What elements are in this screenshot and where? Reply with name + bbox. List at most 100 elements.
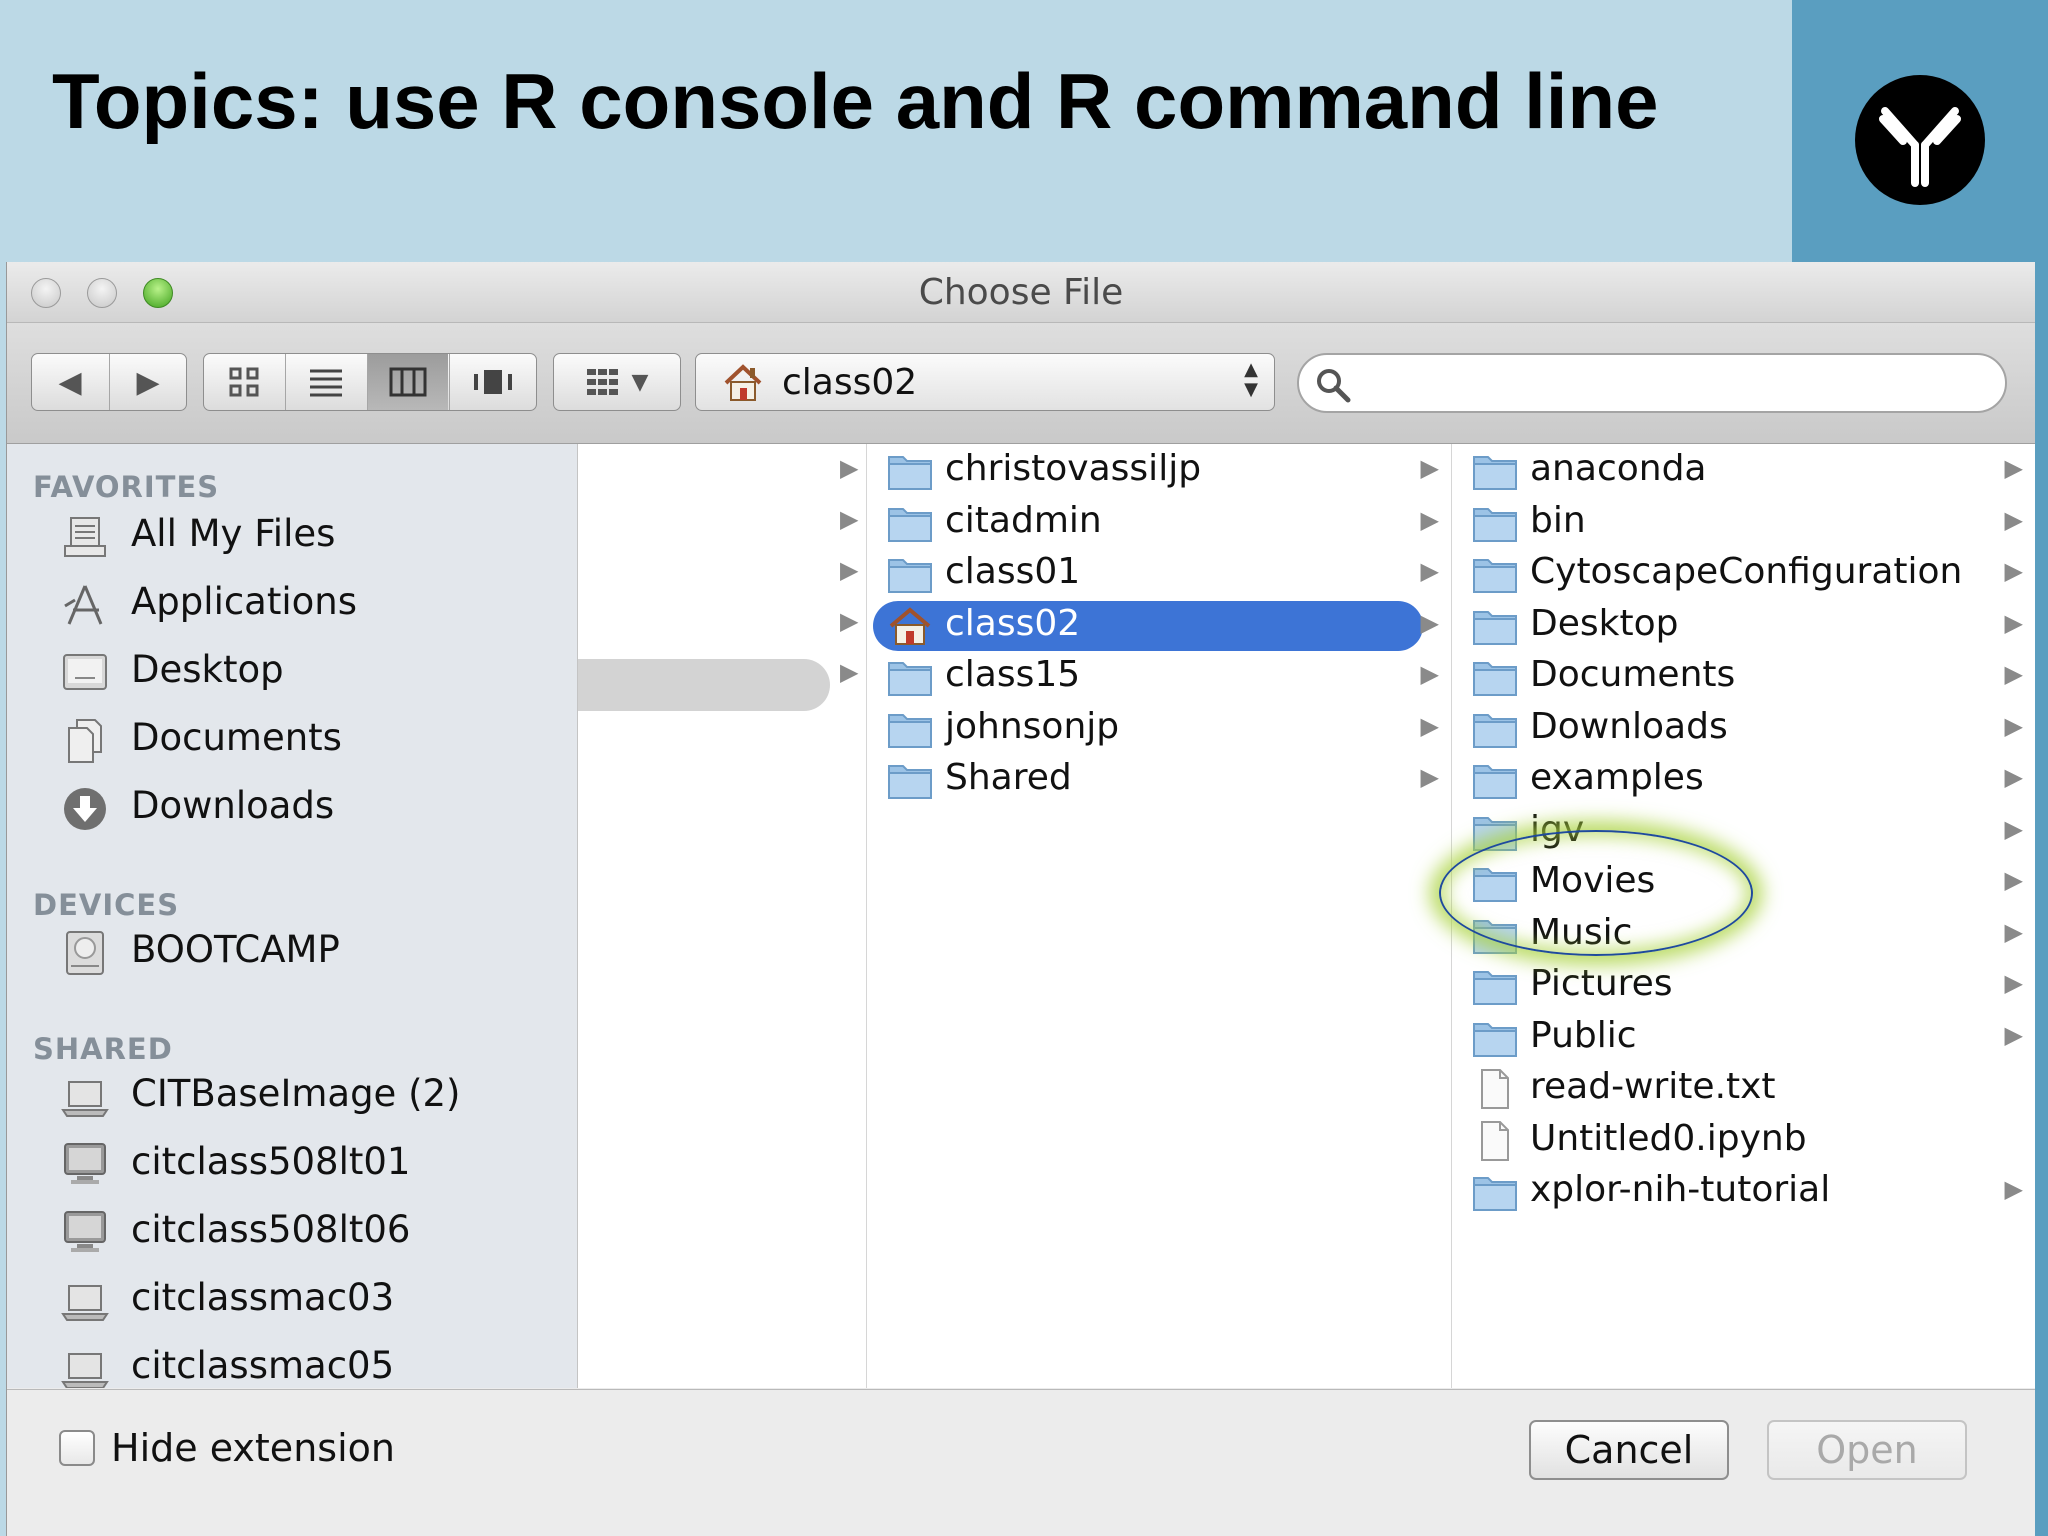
column-root: ▶ ▶ ▶ ▶ ▶ [578,444,867,1388]
disclosure-arrow-icon: ▶ [2004,763,2023,791]
list-item-shared[interactable]: Shared ▶ [867,755,1451,805]
item-name: Downloads [1530,705,1728,747]
chevron-down-icon: ▼ [631,369,649,395]
list-item-untitled0-ipynb[interactable]: Untitled0.ipynb [1452,1116,2035,1166]
sidebar-item-citclass508lt06[interactable]: citclass508lt06 [33,1202,573,1262]
folder-icon [1472,503,1518,543]
item-name: bin [1530,499,1586,541]
sidebar-item-citbaseimage[interactable]: CITBaseImage (2) [33,1066,573,1126]
hide-extension-label: Hide extension [111,1426,395,1470]
forward-button[interactable]: ▶ [110,354,186,410]
sidebar-item-citclassmac05[interactable]: citclassmac05 [33,1338,573,1388]
search-icon [1317,369,1351,403]
column-view-icon [389,367,427,397]
item-name: Untitled0.ipynb [1530,1117,1807,1159]
favorites-heading: FAVORITES [33,470,220,504]
disclosure-arrow-icon: ▶ [2004,505,2023,534]
folder-icon [1472,657,1518,697]
item-name: class01 [945,551,1081,592]
list-item-johnsonjp[interactable]: johnsonjp ▶ [867,704,1451,754]
open-button[interactable]: Open [1767,1420,1967,1480]
sidebar-item-all-my-files[interactable]: All My Files [33,506,573,566]
folder-icon [1472,451,1518,491]
all-files-icon [64,517,106,557]
list-item-public[interactable]: Public ▶ [1452,1013,2035,1063]
folder-icon [887,760,933,800]
item-name: anaconda [1530,448,1707,489]
sidebar-item-citclassmac03[interactable]: citclassmac03 [33,1270,573,1330]
cancel-button[interactable]: Cancel [1529,1420,1729,1480]
folder-icon [887,709,933,749]
back-forward-control: ◀ ▶ [31,353,187,411]
disclosure-arrow-icon: ▶ [2004,917,2023,946]
view-mode-control [203,353,537,411]
home-icon [724,364,762,401]
disclosure-arrow-icon: ▶ [1420,608,1439,637]
list-item-documents[interactable]: Documents ▶ [1452,652,2035,702]
sidebar-item-bootcamp[interactable]: BOOTCAMP [33,922,573,982]
disclosure-arrow-icon: ▶ [2004,969,2023,997]
list-view-button[interactable] [286,354,366,410]
list-item-class01[interactable]: class01 ▶ [867,549,1451,599]
home-folder-icon [887,606,933,646]
arrange-icon [586,369,618,395]
list-item-christovassiljp[interactable]: christovassiljp ▶ [867,446,1451,496]
item-name: examples [1530,757,1704,798]
disclosure-arrow-icon: ▶ [2004,608,2023,637]
sidebar-item-label: CITBaseImage (2) [131,1072,461,1115]
cover-flow-button[interactable] [450,354,536,410]
desktop-icon [63,654,107,690]
disk-icon [66,931,104,975]
folder-icon [1472,966,1518,1006]
list-item-class15[interactable]: class15 ▶ [867,652,1451,702]
hide-extension-checkbox[interactable] [59,1430,95,1466]
dialog-title: Choose File [918,272,1124,313]
list-item-xplor-nih-tutorial[interactable]: xplor-nih-tutorial ▶ [1452,1167,2035,1217]
list-item-examples[interactable]: examples ▶ [1452,755,2035,805]
sidebar-item-label: citclassmac05 [131,1344,395,1387]
column-view-button[interactable] [368,354,448,410]
arrange-menu-button[interactable]: ▼ [553,353,681,411]
back-button[interactable]: ◀ [32,354,108,410]
sidebar-item-citclass508lt01[interactable]: citclass508lt01 [33,1134,573,1194]
sidebar-item-desktop[interactable]: Desktop [33,642,573,702]
title-bar: Choose File [7,262,2035,323]
logo-icon [1855,75,1985,205]
item-name: Documents [1530,654,1736,695]
item-name: Shared [945,757,1072,798]
sidebar: FAVORITES All My Files Applications Desk… [7,444,578,1388]
folder-icon [1472,1172,1518,1212]
list-item-class02[interactable]: class02 ▶ [867,600,1451,651]
folder-icon [1472,709,1518,749]
disclosure-arrow-icon: ▶ [1420,763,1439,791]
disclosure-arrow-icon: ▶ [2004,711,2023,740]
folder-icon [1472,606,1518,646]
disclosure-arrow-icon: ▶ [1420,454,1439,482]
list-item-desktop[interactable]: Desktop ▶ [1452,601,2035,651]
cover-flow-icon [474,370,512,394]
list-item-pictures[interactable]: Pictures ▶ [1452,961,2035,1011]
folder-icon [1472,1018,1518,1058]
sidebar-item-label: BOOTCAMP [131,928,340,971]
sidebar-item-label: Applications [131,580,358,623]
icon-view-button[interactable] [204,354,284,410]
file-icon [1472,1069,1518,1109]
disclosure-arrow-icon: ▶ [1420,557,1439,585]
list-item-citadmin[interactable]: citadmin ▶ [867,498,1451,548]
monitor-icon [64,1143,106,1184]
disclosure-arrow-icon: ▶ [840,658,859,686]
disclosure-arrow-icon: ▶ [2004,1175,2023,1203]
list-item-downloads[interactable]: Downloads ▶ [1452,704,2035,754]
sidebar-item-documents[interactable]: Documents [33,710,573,770]
disclosure-arrow-icon: ▶ [840,505,859,533]
selected-users-folder[interactable] [578,659,830,711]
laptop-icon [61,1081,109,1117]
path-popup[interactable]: class02 ▲ ▼ [695,353,1275,411]
list-item-bin[interactable]: bin ▶ [1452,498,2035,548]
sidebar-item-applications[interactable]: Applications [33,574,573,634]
list-item-cytoscapeconfiguration[interactable]: CytoscapeConfiguration ▶ [1452,549,2035,599]
sidebar-item-downloads[interactable]: Downloads [33,778,573,838]
list-item-read-write-txt[interactable]: read-write.txt [1452,1064,2035,1114]
list-item-anaconda[interactable]: anaconda ▶ [1452,446,2035,496]
search-field[interactable] [1297,353,2007,413]
